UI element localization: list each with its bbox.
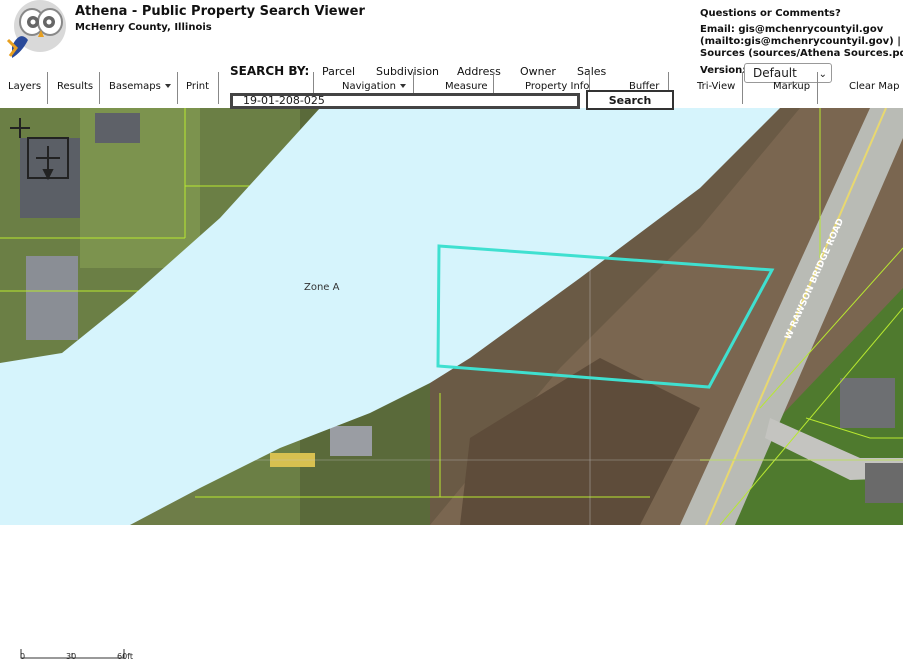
search-by-label: SEARCH BY: bbox=[230, 64, 310, 78]
search-option-address[interactable]: Address bbox=[457, 65, 501, 78]
toolbar-divider bbox=[218, 72, 219, 104]
search-option-parcel[interactable]: Parcel bbox=[322, 65, 355, 78]
toolbar-divider bbox=[742, 72, 743, 104]
toolbar-navigation[interactable]: Navigation bbox=[342, 81, 406, 92]
toolbar-clear-map[interactable]: Clear Map bbox=[849, 81, 899, 92]
toolbar-basemaps[interactable]: Basemaps bbox=[109, 81, 171, 92]
search-input-value: 19-01-208-025 bbox=[243, 94, 325, 107]
contact-email-link[interactable]: Email: gis@mchenrycountyil.gov bbox=[700, 24, 903, 36]
toolbar-print[interactable]: Print bbox=[186, 81, 209, 92]
contact-heading: Questions or Comments? bbox=[700, 8, 841, 19]
toolbar-layers[interactable]: Layers bbox=[8, 81, 41, 92]
app-subtitle: McHenry County, Illinois bbox=[75, 22, 212, 33]
toolbar-markup[interactable]: Markup bbox=[773, 81, 810, 92]
toolbar-divider bbox=[817, 72, 818, 104]
toolbar-measure[interactable]: Measure bbox=[445, 81, 488, 92]
version-selected-value: Default bbox=[753, 66, 797, 80]
toolbar-divider bbox=[47, 72, 48, 104]
chevron-down-icon: ⌄ bbox=[818, 69, 827, 80]
toolbar-divider bbox=[99, 72, 100, 104]
version-label: Version: bbox=[700, 65, 747, 76]
contact-mailto-link[interactable]: (mailto:gis@mchenrycountyil.gov) | bbox=[700, 36, 903, 48]
search-option-sales[interactable]: Sales bbox=[577, 65, 606, 78]
navigation-label: Navigation bbox=[342, 81, 396, 92]
caret-down-icon bbox=[164, 84, 171, 88]
basemaps-label: Basemaps bbox=[109, 81, 161, 92]
search-option-owner[interactable]: Owner bbox=[520, 65, 556, 78]
toolbar-divider bbox=[177, 72, 178, 104]
toolbar-tri-view[interactable]: Tri-View bbox=[697, 81, 735, 92]
toolbar-results[interactable]: Results bbox=[57, 81, 93, 92]
app-title: Athena - Public Property Search Viewer bbox=[75, 4, 365, 19]
search-button[interactable]: Search bbox=[586, 90, 674, 110]
search-input[interactable]: 19-01-208-025 bbox=[230, 93, 580, 109]
athena-owl-logo bbox=[6, 0, 70, 62]
contact-block: Questions or Comments? Email: gis@mchenr… bbox=[700, 8, 903, 60]
flood-zone-label: Zone A bbox=[304, 282, 340, 293]
toolbar-property-info[interactable]: Property Info bbox=[525, 81, 589, 92]
search-option-subdivision[interactable]: Subdivision bbox=[376, 65, 439, 78]
version-select[interactable]: Default ⌄ bbox=[744, 63, 832, 83]
sources-link[interactable]: Sources (sources/Athena Sources.pdf) bbox=[700, 48, 903, 60]
map-view[interactable]: Zone A W RAWSON BRIDGE ROAD bbox=[0, 108, 903, 525]
caret-down-icon bbox=[399, 84, 406, 88]
